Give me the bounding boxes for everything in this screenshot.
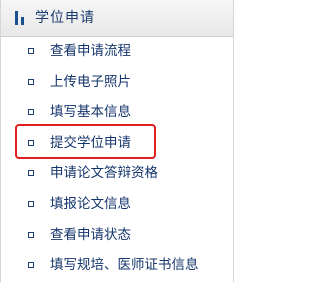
square-bullet-icon <box>28 170 34 177</box>
menu-item-defense-eligibility[interactable]: 申请论文答辩资格 <box>1 159 233 190</box>
menu-item-submit-application[interactable]: 提交学位申请 <box>1 129 233 160</box>
menu-item-basic-info[interactable]: 填写基本信息 <box>1 98 233 129</box>
menu-item-label: 申请论文答辩资格 <box>50 165 158 182</box>
menu-item-label: 填报论文信息 <box>50 195 131 212</box>
menu-item-label: 填写规培、医师证书信息 <box>50 257 199 274</box>
menu-item-upload-photo[interactable]: 上传电子照片 <box>1 68 233 99</box>
menu-item-thesis-info[interactable]: 填报论文信息 <box>1 190 233 221</box>
square-bullet-icon <box>28 139 34 146</box>
square-bullet-icon <box>28 48 34 54</box>
square-bullet-icon <box>28 109 34 116</box>
square-bullet-icon <box>28 200 34 207</box>
square-bullet-icon <box>28 231 34 238</box>
menu-header-title: 学位申请 <box>35 10 95 26</box>
bar-chart-icon <box>15 11 27 25</box>
menu-item-label: 提交学位申请 <box>50 134 131 151</box>
degree-application-menu-panel: 学位申请 查看申请流程 上传电子照片 填写基本信息 提交学位申请 申请论文答辩资… <box>0 0 234 282</box>
menu-item-label: 查看申请流程 <box>50 43 131 59</box>
menu-item-application-status[interactable]: 查看申请状态 <box>1 221 233 252</box>
menu-item-label: 填写基本信息 <box>50 104 131 121</box>
square-bullet-icon <box>28 78 34 85</box>
menu-header[interactable]: 学位申请 <box>1 0 233 37</box>
square-bullet-icon <box>28 262 34 269</box>
menu-item-label: 上传电子照片 <box>50 73 131 90</box>
menu-item-label: 查看申请状态 <box>50 226 131 243</box>
menu-item-view-process[interactable]: 查看申请流程 <box>1 37 233 68</box>
menu-item-certificate-info[interactable]: 填写规培、医师证书信息 <box>1 251 233 282</box>
menu-list: 查看申请流程 上传电子照片 填写基本信息 提交学位申请 申请论文答辩资格 填报论… <box>1 37 233 282</box>
